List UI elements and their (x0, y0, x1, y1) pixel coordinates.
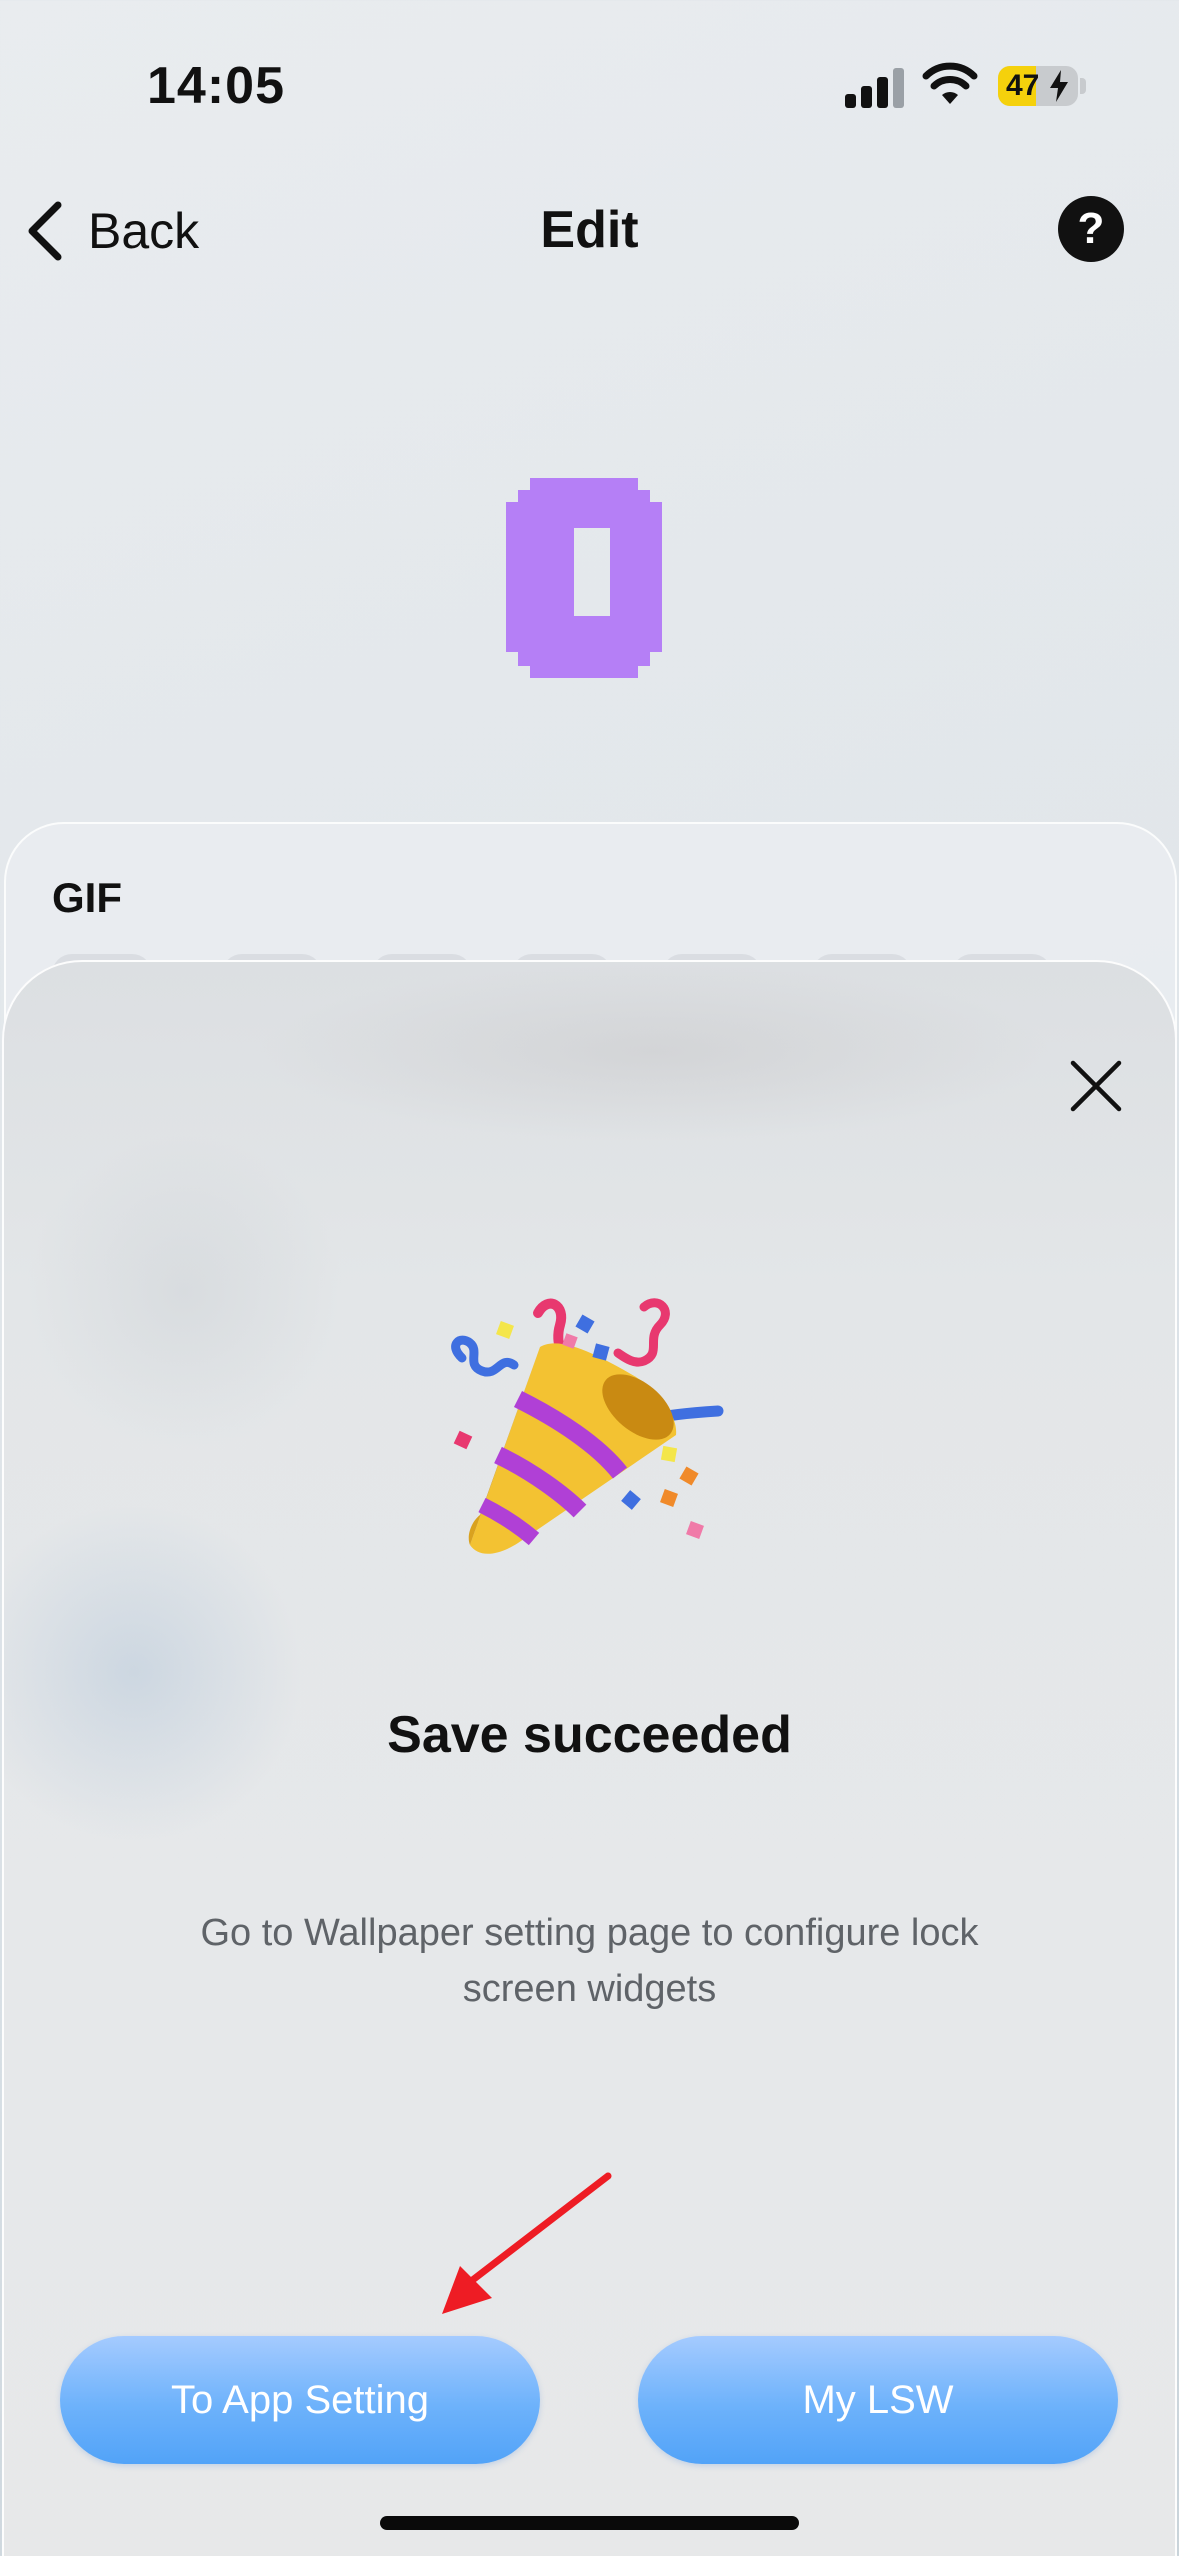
question-icon: ? (1077, 204, 1105, 253)
to-app-setting-button[interactable]: To App Setting (60, 2336, 540, 2464)
page-title: Edit (540, 201, 639, 259)
help-button[interactable]: ? (1058, 196, 1124, 262)
battery-percent: 47 (1006, 69, 1040, 102)
status-time: 14:05 (147, 57, 285, 115)
home-indicator[interactable] (380, 2516, 799, 2530)
battery-icon: 47 (998, 66, 1078, 106)
charging-bolt-icon (1050, 70, 1068, 102)
cellular-signal-icon (845, 66, 905, 108)
modal-title: Save succeeded (387, 1706, 792, 1764)
gif-section-label: GIF (52, 874, 122, 921)
red-arrow-icon (442, 2172, 612, 2314)
status-bar: 14:05 47 (0, 0, 1179, 160)
widget-preview (506, 478, 662, 678)
party-popper-icon (451, 1298, 724, 1554)
battery-nub (1080, 78, 1086, 94)
modal-message: Go to Wallpaper setting page to configur… (200, 1912, 979, 2010)
my-lsw-button[interactable]: My LSW (638, 2336, 1118, 2464)
wifi-icon (922, 62, 978, 104)
close-icon[interactable] (1065, 1055, 1127, 1117)
nav-bar: Back Edit ? (0, 170, 1179, 290)
